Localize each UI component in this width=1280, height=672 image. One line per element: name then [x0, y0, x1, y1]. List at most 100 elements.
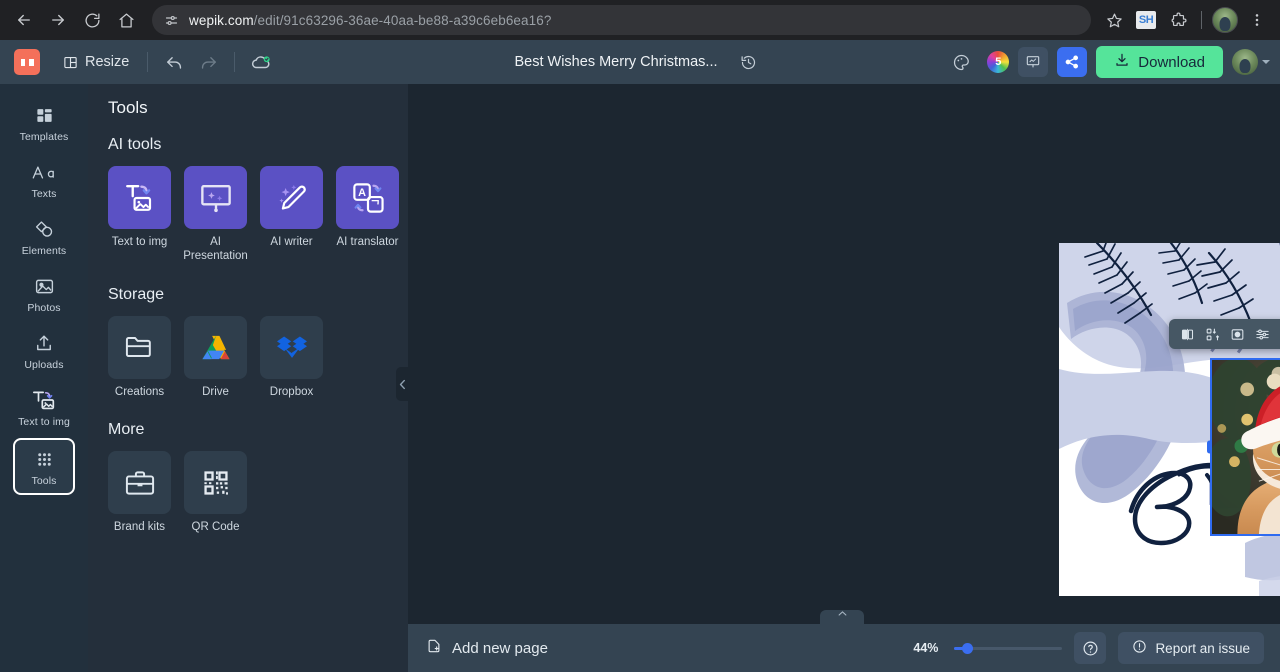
briefcase-icon	[108, 451, 171, 515]
report-issue-button[interactable]: Report an issue	[1118, 632, 1264, 664]
position-icon[interactable]	[1201, 323, 1223, 345]
add-new-page-button[interactable]: Add new page	[426, 638, 548, 658]
sidebar-item-label: Texts	[31, 188, 57, 200]
ai-writer-icon	[260, 166, 323, 229]
sidebar-item-label: Elements	[21, 245, 67, 257]
alert-circle-icon	[1132, 639, 1147, 657]
tool-brand-kits[interactable]: Brand kits	[108, 451, 171, 535]
canvas-area[interactable]: Add new page 44% Report an issue	[408, 84, 1280, 672]
sidebar-item-label: Templates	[19, 131, 69, 143]
puzzle-piece-icon[interactable]	[1163, 5, 1193, 35]
photos-icon	[34, 275, 55, 297]
sidebar-item-photos[interactable]: Photos	[13, 267, 75, 320]
document-title-group: Best Wishes Merry Christmas...	[450, 45, 830, 79]
svg-text:ᄀ: ᄀ	[370, 198, 380, 211]
address-bar[interactable]: wepik.com/edit/91c63296-36ae-40aa-be88-a…	[152, 5, 1091, 35]
templates-icon	[35, 104, 54, 126]
texts-icon	[31, 161, 57, 183]
left-sidebar: Templates Texts Elements Photos Uploads	[0, 84, 88, 672]
status-bar: 44% Report an issue	[872, 624, 1280, 672]
folder-icon	[108, 315, 171, 379]
tool-qr-code[interactable]: QR Code	[184, 451, 247, 535]
sidebar-item-texts[interactable]: Texts	[13, 153, 75, 206]
resize-label: Resize	[85, 54, 130, 70]
tool-ai-presentation[interactable]: AI Presentation	[183, 166, 248, 264]
palette-icon[interactable]	[944, 45, 978, 79]
zoom-slider-knob[interactable]	[962, 642, 974, 654]
section-title-storage: Storage	[108, 285, 165, 303]
download-button[interactable]: Download	[1096, 46, 1223, 78]
storage-grid: Creations Drive Dropbox	[108, 315, 388, 400]
chrome-divider	[1201, 11, 1202, 29]
tool-ai-writer[interactable]: AI writer	[260, 166, 323, 264]
sidebar-item-uploads[interactable]: Uploads	[13, 324, 75, 377]
element-toolbar	[1169, 319, 1280, 349]
document-title[interactable]: Best Wishes Merry Christmas...	[514, 54, 717, 70]
dropbox-icon	[260, 315, 323, 379]
resize-button[interactable]: Resize	[54, 48, 138, 76]
timeline-collapse-tab[interactable]	[820, 610, 864, 624]
download-label: Download	[1138, 53, 1205, 71]
extension-badge-sh[interactable]: SH	[1131, 5, 1161, 35]
zoom-slider[interactable]	[954, 642, 1063, 654]
text-to-img-icon	[108, 166, 171, 229]
header-divider-2	[234, 52, 236, 72]
ai-presentation-icon	[184, 166, 247, 229]
help-button[interactable]	[1074, 632, 1107, 664]
sidebar-item-label: Photos	[27, 302, 61, 314]
header-divider	[147, 52, 149, 72]
sidebar-item-label: Text to img	[18, 416, 70, 428]
flip-icon[interactable]	[1176, 323, 1198, 345]
app-header: Resize Best Wishes Merry Christmas... 5	[0, 40, 1280, 84]
user-avatar-menu[interactable]	[1232, 49, 1270, 75]
bookmark-star-icon[interactable]	[1099, 5, 1129, 35]
tool-drive[interactable]: Drive	[184, 315, 247, 400]
report-issue-label: Report an issue	[1155, 640, 1250, 656]
home-button[interactable]	[110, 4, 142, 36]
tool-dropbox[interactable]: Dropbox	[260, 315, 323, 400]
wepik-logo[interactable]	[14, 49, 40, 75]
google-drive-icon	[184, 315, 247, 379]
chevron-down-icon	[1262, 60, 1270, 64]
mask-icon[interactable]	[1226, 323, 1248, 345]
section-title-more: More	[108, 421, 145, 439]
site-settings-icon[interactable]	[164, 13, 179, 28]
section-title-ai-tools: AI tools	[108, 136, 162, 153]
tool-ai-translator[interactable]: A ᄀ AI translator	[336, 166, 399, 264]
reload-button[interactable]	[76, 4, 108, 36]
browser-toolbar: wepik.com/edit/91c63296-36ae-40aa-be88-a…	[0, 0, 1280, 40]
browser-profile-avatar[interactable]	[1210, 5, 1240, 35]
sidebar-item-templates[interactable]: Templates	[13, 96, 75, 149]
back-button[interactable]	[8, 4, 40, 36]
cloud-saved-icon	[244, 45, 278, 79]
tools-grid-icon	[35, 448, 54, 470]
tool-text-to-img[interactable]: Text to img	[108, 166, 171, 264]
undo-button[interactable]	[157, 45, 191, 79]
resize-handle-left[interactable]	[1207, 440, 1212, 454]
header-actions: 5 Download	[944, 45, 1270, 79]
version-history-icon[interactable]	[732, 45, 766, 79]
sidebar-item-text-to-img[interactable]: Text to img	[13, 381, 75, 434]
sliders-icon[interactable]	[1251, 323, 1273, 345]
text-to-img-icon	[29, 389, 59, 411]
share-button[interactable]	[1057, 47, 1088, 77]
crop-icon[interactable]	[1276, 323, 1280, 345]
tools-panel: Tools AI tools Text to img AI Presentati…	[88, 84, 409, 672]
qr-code-icon	[184, 451, 247, 515]
credits-badge[interactable]: 5	[987, 51, 1010, 73]
redo-button[interactable]	[191, 45, 225, 79]
tool-label: Creations	[114, 385, 165, 398]
present-button[interactable]	[1018, 47, 1049, 77]
sidebar-item-tools[interactable]: Tools	[13, 438, 75, 495]
forward-button[interactable]	[42, 4, 74, 36]
tool-creations[interactable]: Creations	[108, 315, 171, 400]
selected-element[interactable]	[1207, 358, 1280, 536]
zoom-value: 44%	[913, 641, 939, 655]
url-text: wepik.com/edit/91c63296-36ae-40aa-be88-a…	[189, 12, 552, 28]
sidebar-item-elements[interactable]: Elements	[13, 210, 75, 263]
extension-badge-label: SH	[1136, 11, 1156, 29]
tool-label: Drive	[202, 385, 229, 398]
three-dot-menu-icon[interactable]	[1242, 5, 1272, 35]
avatar	[1232, 49, 1258, 75]
uploads-icon	[34, 332, 54, 354]
